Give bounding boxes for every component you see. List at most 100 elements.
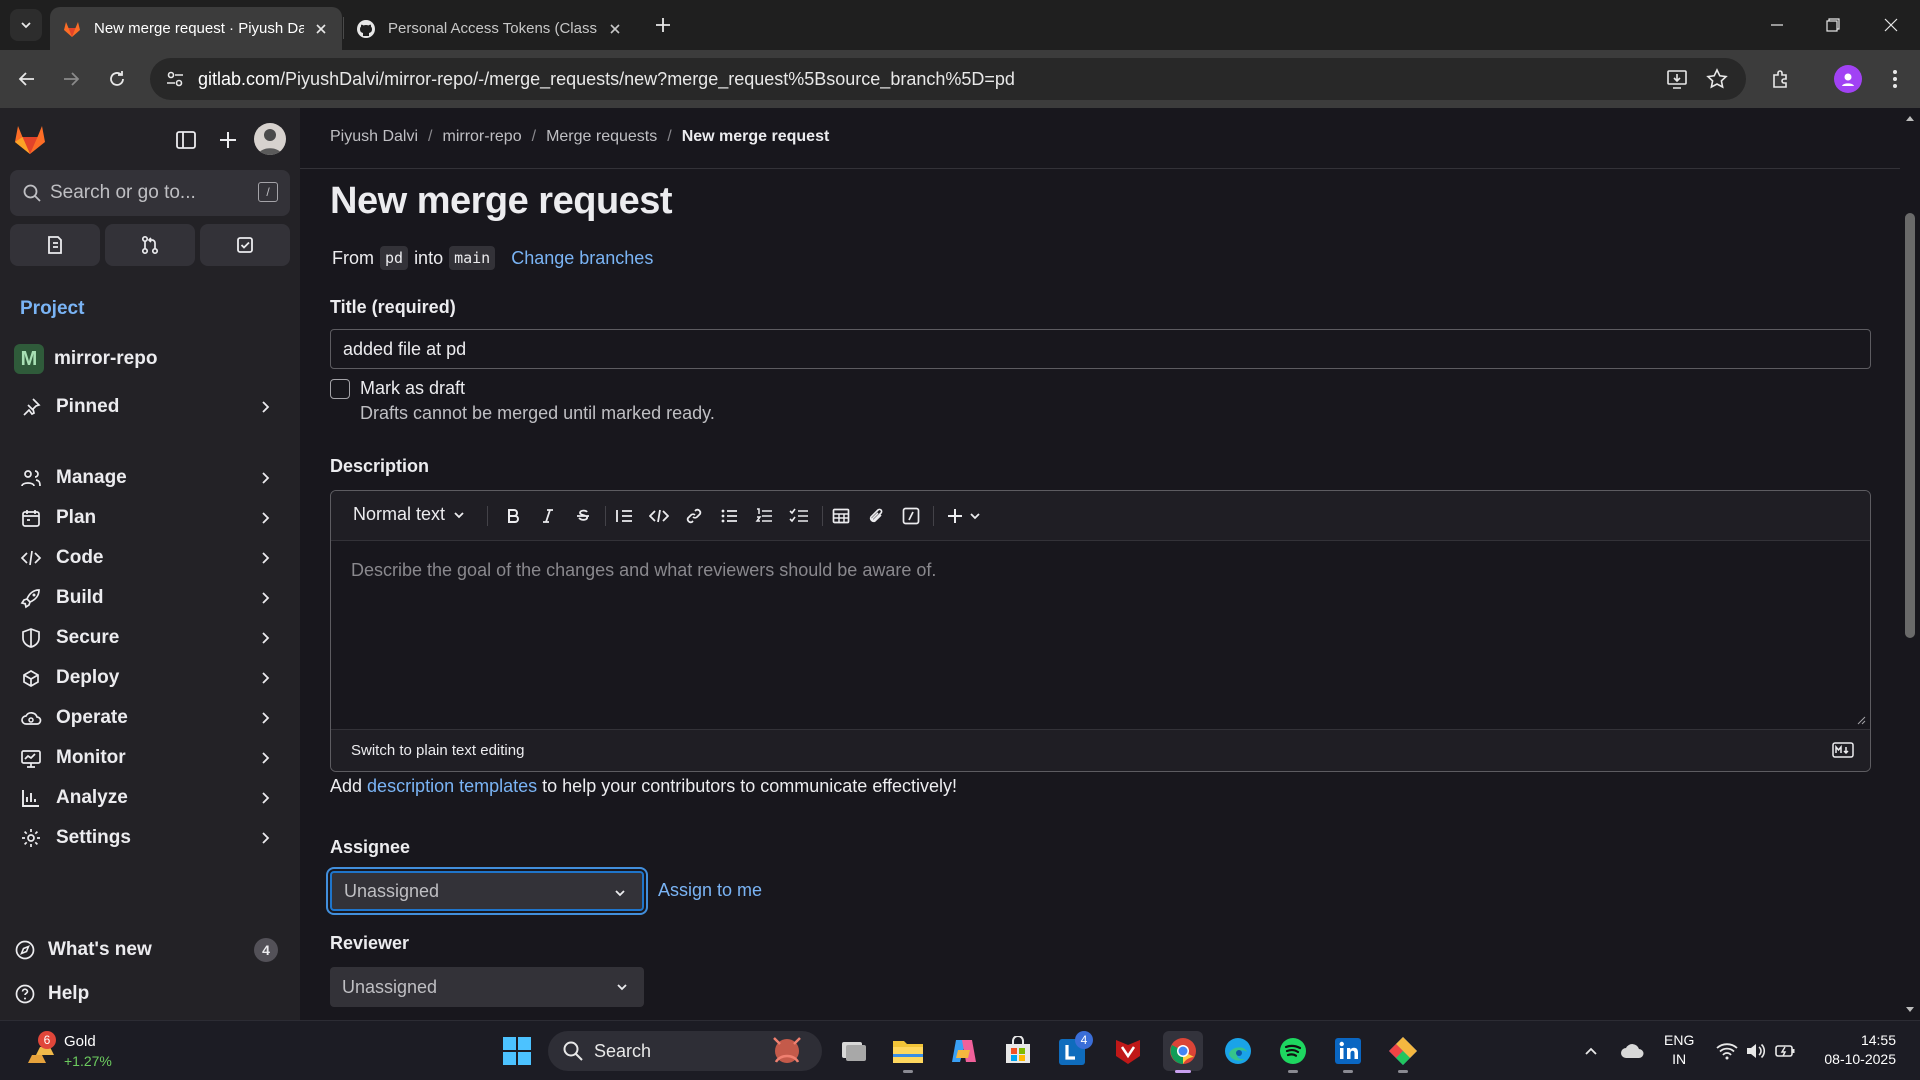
templates-hint: Add description templates to help your c… (330, 776, 957, 797)
sidebar-item-analyze[interactable]: Analyze (10, 779, 290, 817)
sidebar-item-operate[interactable]: Operate (10, 699, 290, 737)
sidebar-item-secure[interactable]: Secure (10, 619, 290, 657)
close-window-button[interactable] (1876, 10, 1906, 40)
create-new-icon[interactable] (216, 128, 240, 152)
reviewer-dropdown[interactable]: Unassigned (330, 967, 644, 1007)
taskbar-file-explorer[interactable] (888, 1031, 928, 1073)
close-tab-icon[interactable] (312, 20, 330, 38)
quick-actions-button[interactable] (898, 503, 924, 529)
taskbar-edge[interactable] (1218, 1031, 1258, 1071)
link-button[interactable] (681, 503, 707, 529)
description-templates-link[interactable]: description templates (367, 776, 537, 796)
profile-avatar[interactable] (1834, 65, 1862, 93)
sidebar-item-build[interactable]: Build (10, 579, 290, 617)
tray-volume[interactable] (1745, 1039, 1767, 1063)
help-label: Help (48, 983, 90, 1004)
assign-to-me-link[interactable]: Assign to me (658, 880, 762, 901)
change-branches-link[interactable]: Change branches (511, 248, 653, 269)
bookmark-star-icon[interactable] (1704, 66, 1730, 92)
title-input[interactable] (330, 329, 1871, 369)
quote-button[interactable] (611, 503, 637, 529)
sidebar-item-deploy[interactable]: Deploy (10, 659, 290, 697)
toggle-sidebar-icon[interactable] (174, 128, 198, 152)
resize-handle-icon[interactable] (1856, 715, 1866, 725)
bold-button[interactable] (500, 503, 526, 529)
widget-gold-ticker[interactable]: 6 Gold +1.27% (22, 1031, 142, 1073)
more-insert-button[interactable] (939, 503, 989, 529)
sidebar-item-plan[interactable]: Plan (10, 499, 290, 537)
reload-button[interactable] (102, 64, 132, 94)
start-button[interactable] (497, 1031, 537, 1071)
italic-button[interactable] (535, 503, 561, 529)
tray-network[interactable] (1716, 1039, 1738, 1063)
numbered-list-button[interactable] (751, 503, 777, 529)
whats-new-button[interactable]: What's new 4 (10, 932, 290, 968)
close-tab-icon[interactable] (606, 20, 624, 38)
taskbar-git-tool[interactable] (1383, 1031, 1423, 1073)
tray-onedrive[interactable] (1620, 1039, 1646, 1063)
back-button[interactable] (12, 64, 42, 94)
sidebar-project[interactable]: M mirror-repo (14, 343, 157, 375)
taskbar-outlook[interactable]: 4 (1053, 1031, 1093, 1071)
bullet-list-button[interactable] (716, 503, 742, 529)
taskbar-mcafee[interactable] (1108, 1031, 1148, 1071)
attach-file-button[interactable] (863, 503, 889, 529)
sidebar-search[interactable]: Search or go to... / (10, 170, 290, 216)
breadcrumb-link[interactable]: Merge requests (546, 128, 657, 146)
description-textarea[interactable]: Describe the goal of the changes and wha… (331, 542, 1870, 722)
taskbar-chrome[interactable] (1163, 1031, 1203, 1073)
scrollbar-thumb[interactable] (1905, 213, 1915, 638)
taskbar-store[interactable] (998, 1031, 1038, 1071)
help-button[interactable]: Help (10, 976, 290, 1012)
taskbar-copilot[interactable] (943, 1031, 983, 1071)
tab-gitlab[interactable]: New merge request · Piyush Dalvi / mirro… (50, 7, 342, 50)
issues-button[interactable] (10, 224, 100, 266)
breadcrumb-current[interactable]: New merge request (682, 128, 830, 146)
user-avatar[interactable] (254, 123, 286, 155)
mark-as-draft-checkbox[interactable] (330, 379, 350, 399)
todo-button[interactable] (200, 224, 290, 266)
code-button[interactable] (646, 503, 672, 529)
minimize-button[interactable] (1762, 10, 1792, 40)
outlook-badge: 4 (1075, 1031, 1093, 1049)
forward-button[interactable] (56, 64, 86, 94)
extensions-button[interactable] (1766, 64, 1796, 94)
text-style-dropdown[interactable]: Normal text (353, 504, 467, 525)
address-bar[interactable]: gitlab.com/PiyushDalvi/mirror-repo/-/mer… (150, 58, 1746, 100)
strikethrough-button[interactable] (570, 503, 596, 529)
mark-as-draft-label[interactable]: Mark as draft (360, 378, 465, 399)
sidebar-item-pinned[interactable]: Pinned (10, 388, 290, 426)
gitlab-logo-icon[interactable] (12, 122, 48, 156)
scroll-up-arrow-icon[interactable] (1905, 113, 1915, 123)
taskbar-linkedin[interactable] (1328, 1031, 1368, 1073)
task-list-button[interactable] (786, 503, 812, 529)
breadcrumb-separator: / (531, 128, 537, 145)
scroll-down-arrow-icon[interactable] (1905, 1005, 1915, 1015)
language-indicator[interactable]: ENG IN (1664, 1031, 1694, 1069)
table-button[interactable] (828, 503, 854, 529)
italic-icon (543, 509, 553, 523)
taskbar-clock[interactable]: 14:55 08-10-2025 (1810, 1031, 1896, 1069)
breadcrumb-link[interactable]: mirror-repo (442, 128, 521, 146)
breadcrumb-link[interactable]: Piyush Dalvi (330, 128, 418, 146)
install-app-icon[interactable] (1664, 66, 1690, 92)
page-scrollbar[interactable] (1900, 108, 1920, 1020)
tab-search-button[interactable] (10, 9, 42, 41)
taskbar-task-view[interactable] (834, 1031, 874, 1071)
new-tab-icon[interactable] (650, 12, 676, 38)
browser-menu-button[interactable] (1880, 64, 1910, 94)
sidebar-item-code[interactable]: Code (10, 539, 290, 577)
switch-to-plain-text-button[interactable]: Switch to plain text editing (351, 742, 524, 759)
assignee-dropdown[interactable]: Unassigned (330, 871, 644, 911)
sidebar-item-settings[interactable]: Settings (10, 819, 290, 857)
site-info-icon[interactable] (162, 66, 188, 92)
tab-github[interactable]: Personal Access Tokens (Classic) (344, 7, 636, 50)
sidebar-item-manage[interactable]: Manage (10, 459, 290, 497)
tray-battery[interactable] (1774, 1039, 1796, 1063)
sidebar-item-monitor[interactable]: Monitor (10, 739, 290, 777)
restore-button[interactable] (1818, 10, 1848, 40)
merge-requests-button[interactable] (105, 224, 195, 266)
tray-overflow-button[interactable] (1582, 1039, 1600, 1063)
taskbar-spotify[interactable] (1273, 1031, 1313, 1073)
taskbar-search[interactable]: Search (548, 1031, 822, 1071)
